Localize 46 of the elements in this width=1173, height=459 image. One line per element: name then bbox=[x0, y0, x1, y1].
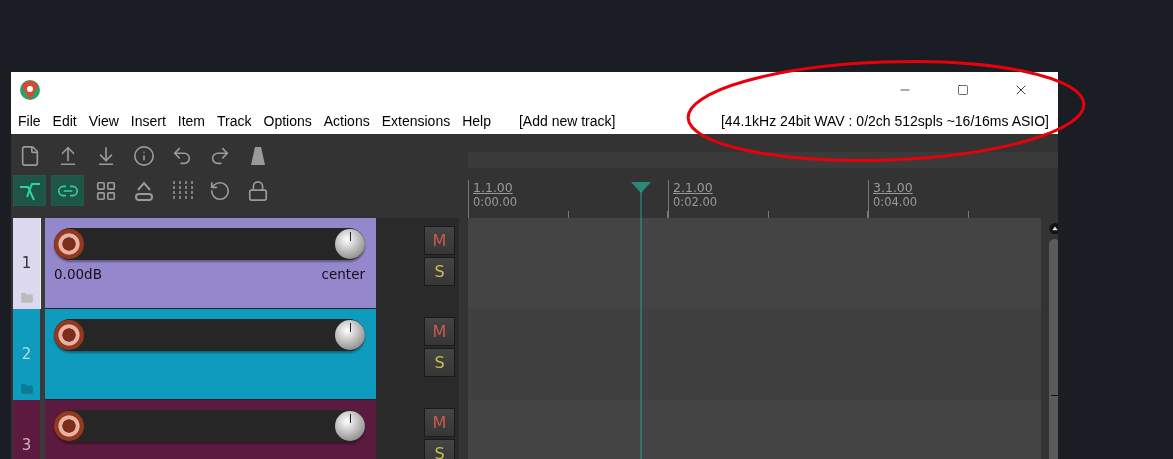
volume-knob[interactable] bbox=[335, 229, 365, 259]
time-label: 0:00.00 bbox=[473, 195, 519, 210]
menu-item[interactable]: Actions bbox=[317, 113, 376, 129]
track-panel[interactable]: 0.00dB center bbox=[45, 218, 376, 309]
menu-item[interactable]: Help bbox=[456, 113, 497, 129]
menu-item[interactable]: File bbox=[12, 113, 47, 129]
track-name-field[interactable] bbox=[54, 319, 365, 351]
track-name-field[interactable] bbox=[54, 410, 365, 442]
record-arm-button[interactable] bbox=[54, 320, 84, 350]
scrollbar-thumb[interactable] bbox=[1049, 239, 1058, 459]
scroll-up-icon bbox=[1047, 223, 1058, 235]
logo-icon bbox=[19, 79, 41, 101]
time-label: 0:02.00 bbox=[673, 195, 719, 210]
toolbar-button[interactable] bbox=[13, 175, 46, 206]
record-arm-button[interactable] bbox=[54, 411, 84, 441]
bar-label: 3.1.00 bbox=[873, 180, 914, 195]
solo-button[interactable]: S bbox=[424, 257, 455, 286]
solo-button[interactable]: S bbox=[424, 348, 455, 377]
audio-status[interactable]: [44.1kHz 24bit WAV : 0/2ch 512spls ~16/16ms ASIO] bbox=[721, 113, 1049, 129]
menu-item[interactable]: Item bbox=[171, 113, 212, 129]
menu-item[interactable]: Track bbox=[211, 113, 258, 129]
track-name-field[interactable] bbox=[54, 228, 365, 260]
track-number[interactable]: 3 bbox=[13, 400, 40, 459]
add-track-link[interactable]: [Add new track] bbox=[518, 113, 616, 129]
track-number[interactable]: 1 bbox=[13, 218, 40, 309]
menu-item[interactable]: Options bbox=[257, 113, 318, 129]
volume-knob[interactable] bbox=[335, 320, 365, 350]
loop-icon bbox=[208, 179, 231, 202]
menu-item[interactable]: Edit bbox=[46, 113, 83, 129]
time-label: 0:04.00 bbox=[873, 195, 919, 210]
volume-reading: 0.00dB bbox=[54, 266, 102, 282]
menu-item[interactable]: Insert bbox=[124, 113, 172, 129]
lock-icon bbox=[246, 179, 269, 202]
toolbar-button[interactable] bbox=[51, 175, 84, 206]
record-arm-button[interactable] bbox=[54, 229, 84, 259]
volume-knob[interactable] bbox=[335, 411, 365, 441]
pan-reading: center bbox=[321, 266, 365, 282]
menu-item[interactable]: Extensions bbox=[375, 113, 457, 129]
grid-icon bbox=[94, 179, 117, 202]
bar-label: 1.1.00 bbox=[473, 180, 514, 195]
bar-label: 2.1.00 bbox=[673, 180, 714, 195]
info-icon bbox=[132, 144, 155, 167]
maximize-icon bbox=[957, 84, 969, 96]
playhead-marker[interactable] bbox=[630, 182, 652, 459]
solo-button[interactable]: S bbox=[424, 439, 455, 459]
menu-item[interactable]: View bbox=[82, 113, 125, 129]
